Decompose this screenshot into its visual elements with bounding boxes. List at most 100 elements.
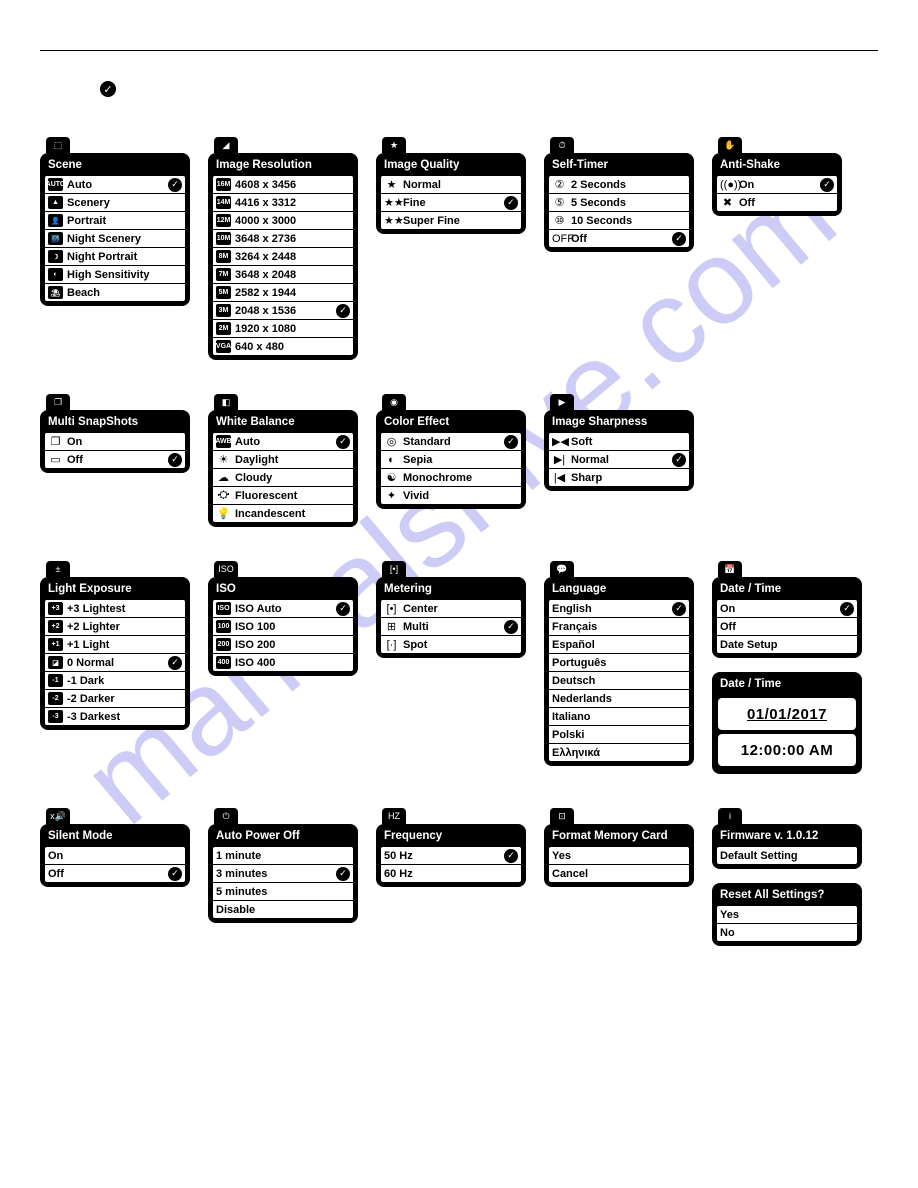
time-value[interactable]: 12:00:00 AM bbox=[718, 734, 856, 766]
menu-exposure: ± Light Exposure +3+3 Lightest+2+2 Light… bbox=[40, 561, 190, 730]
item-label: Sepia bbox=[403, 454, 518, 466]
menu-item[interactable]: ⛱Beach bbox=[44, 283, 186, 302]
menu-item[interactable]: ▶◀Soft bbox=[548, 432, 690, 451]
item-label: Off bbox=[48, 868, 168, 880]
menu-item[interactable]: ◪0 Normal✓ bbox=[44, 653, 186, 672]
menu-item[interactable]: [·]Spot bbox=[380, 635, 522, 654]
menu-item[interactable]: -3-3 Darkest bbox=[44, 707, 186, 726]
menu-item[interactable]: ▭Off✓ bbox=[44, 450, 186, 469]
check-icon: ✓ bbox=[336, 435, 350, 449]
menu-item[interactable]: ◐High Sensitivity bbox=[44, 265, 186, 284]
menu-item[interactable]: No bbox=[716, 923, 858, 942]
menu-item[interactable]: -2-2 Darker bbox=[44, 689, 186, 708]
menu-silent: x🔊 Silent Mode OnOff✓ bbox=[40, 808, 190, 887]
menu-item[interactable]: +2+2 Lighter bbox=[44, 617, 186, 636]
menu-item[interactable]: ❐On bbox=[44, 432, 186, 451]
menu-item[interactable]: +3+3 Lightest bbox=[44, 599, 186, 618]
menu-item[interactable]: Deutsch bbox=[548, 671, 690, 690]
item-label: 2048 x 1536 bbox=[235, 305, 336, 317]
menu-item[interactable]: ◎Standard✓ bbox=[380, 432, 522, 451]
menu-item[interactable]: 2M1920 x 1080 bbox=[212, 319, 354, 338]
menu-item[interactable]: Nederlands bbox=[548, 689, 690, 708]
menu-item[interactable]: ☽Night Portrait bbox=[44, 247, 186, 266]
item-label: 4608 x 3456 bbox=[235, 179, 350, 191]
menu-item[interactable]: ⛮Fluorescent bbox=[212, 486, 354, 505]
menu-item[interactable]: ☁Cloudy bbox=[212, 468, 354, 487]
menu-item[interactable]: Off bbox=[716, 617, 858, 636]
item-label: Normal bbox=[571, 454, 672, 466]
menu-item[interactable]: VGA640 x 480 bbox=[212, 337, 354, 356]
menu-item[interactable]: On✓ bbox=[716, 599, 858, 618]
menu-item[interactable]: ▶|Normal✓ bbox=[548, 450, 690, 469]
menu-item[interactable]: 1 minute bbox=[212, 846, 354, 865]
menu-item[interactable]: Disable bbox=[212, 900, 354, 919]
menu-item[interactable]: Ελληνικά bbox=[548, 743, 690, 762]
menu-item[interactable]: ②2 Seconds bbox=[548, 175, 690, 194]
menu-item[interactable]: 60 Hz bbox=[380, 864, 522, 883]
menu-item[interactable]: On bbox=[44, 846, 186, 865]
menu-item[interactable]: 3 minutes✓ bbox=[212, 864, 354, 883]
menu-item[interactable]: Français bbox=[548, 617, 690, 636]
menu-item[interactable]: 5 minutes bbox=[212, 882, 354, 901]
menu-item[interactable]: Cancel bbox=[548, 864, 690, 883]
menu-item[interactable]: 50 Hz✓ bbox=[380, 846, 522, 865]
menu-item[interactable]: ☀Daylight bbox=[212, 450, 354, 469]
menu-item[interactable]: 14M4416 x 3312 bbox=[212, 193, 354, 212]
menu-item[interactable]: 🌃Night Scenery bbox=[44, 229, 186, 248]
menu-item[interactable]: OFFOff✓ bbox=[548, 229, 690, 248]
menu-item[interactable]: 16M4608 x 3456 bbox=[212, 175, 354, 194]
date-value[interactable]: 01/01/2017 bbox=[718, 698, 856, 730]
menu-item[interactable]: ★Normal bbox=[380, 175, 522, 194]
menu-item[interactable]: 7M3648 x 2048 bbox=[212, 265, 354, 284]
menu-item[interactable]: 👤Portrait bbox=[44, 211, 186, 230]
item-icon: ☀ bbox=[216, 453, 231, 466]
menu-item[interactable]: AUTOAuto✓ bbox=[44, 175, 186, 194]
menu-item[interactable]: ⑩10 Seconds bbox=[548, 211, 690, 230]
menu-item[interactable]: 5M2582 x 1944 bbox=[212, 283, 354, 302]
menu-item[interactable]: 200ISO 200 bbox=[212, 635, 354, 654]
menu-item[interactable]: Português bbox=[548, 653, 690, 672]
menu-item[interactable]: ◐Sepia bbox=[380, 450, 522, 469]
menu-item[interactable]: +1+1 Light bbox=[44, 635, 186, 654]
menu-item[interactable]: Date Setup bbox=[716, 635, 858, 654]
menu-item[interactable]: ✖Off bbox=[716, 193, 838, 212]
menu-item[interactable]: AWBAuto✓ bbox=[212, 432, 354, 451]
menu-item[interactable]: 400ISO 400 bbox=[212, 653, 354, 672]
menu-item[interactable]: Off✓ bbox=[44, 864, 186, 883]
menu-item[interactable]: Yes bbox=[548, 846, 690, 865]
menu-item[interactable]: ((●))On✓ bbox=[716, 175, 838, 194]
menu-item[interactable]: ★★Super Fine bbox=[380, 211, 522, 230]
menu-item[interactable]: Yes bbox=[716, 905, 858, 924]
menu-item[interactable]: ★★Fine✓ bbox=[380, 193, 522, 212]
menu-item[interactable]: ☯Monochrome bbox=[380, 468, 522, 487]
menu-item[interactable]: 10M3648 x 2736 bbox=[212, 229, 354, 248]
menu-item[interactable]: 100ISO 100 bbox=[212, 617, 354, 636]
menu-item[interactable]: 12M4000 x 3000 bbox=[212, 211, 354, 230]
menu-item[interactable]: ISOISO Auto✓ bbox=[212, 599, 354, 618]
menu-item[interactable]: 8M3264 x 2448 bbox=[212, 247, 354, 266]
item-label: 4000 x 3000 bbox=[235, 215, 350, 227]
menu-item[interactable]: -1-1 Dark bbox=[44, 671, 186, 690]
menu-item[interactable]: English✓ bbox=[548, 599, 690, 618]
item-icon: VGA bbox=[216, 340, 231, 353]
tab-icon: [•] bbox=[382, 561, 406, 577]
tab-icon: ▶ bbox=[550, 394, 574, 410]
menu-item[interactable]: Italiano bbox=[548, 707, 690, 726]
menu-item[interactable]: 3M2048 x 1536✓ bbox=[212, 301, 354, 320]
menu-item[interactable]: ▲Scenery bbox=[44, 193, 186, 212]
item-label: On bbox=[67, 436, 182, 448]
menu-item[interactable]: ⊞Multi✓ bbox=[380, 617, 522, 636]
item-icon: +2 bbox=[48, 620, 63, 633]
item-label: Beach bbox=[67, 287, 182, 299]
menu-item[interactable]: Polski bbox=[548, 725, 690, 744]
menu-item[interactable]: [•]Center bbox=[380, 599, 522, 618]
menu-item[interactable]: ⑤5 Seconds bbox=[548, 193, 690, 212]
menu-item[interactable]: 💡Incandescent bbox=[212, 504, 354, 523]
item-icon: ISO bbox=[216, 602, 231, 615]
menu-title: Anti-Shake bbox=[716, 157, 838, 175]
menu-item[interactable]: ✦Vivid bbox=[380, 486, 522, 505]
item-icon: ★ bbox=[384, 178, 399, 191]
menu-item[interactable]: Español bbox=[548, 635, 690, 654]
menu-item[interactable]: Default Setting bbox=[716, 846, 858, 865]
menu-item[interactable]: |◀Sharp bbox=[548, 468, 690, 487]
